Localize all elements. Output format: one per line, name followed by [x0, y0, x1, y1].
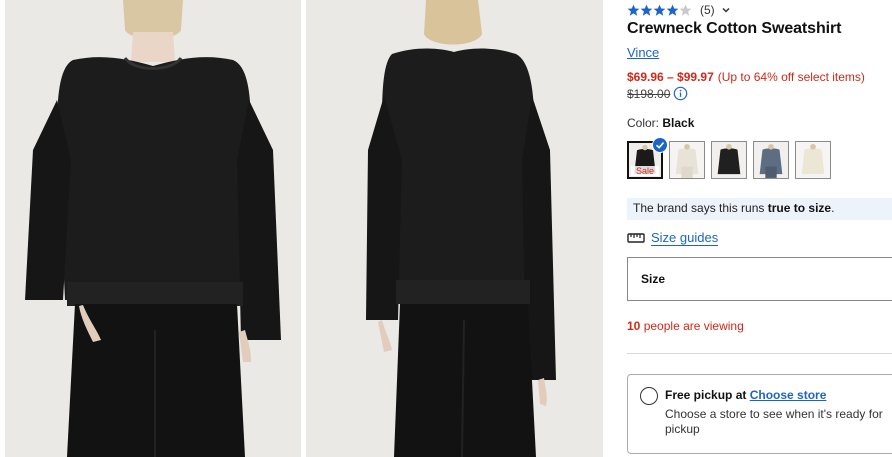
swatch-thumbnail [712, 142, 746, 178]
swatch-black-alt[interactable] [711, 141, 747, 179]
model-front-illustration [5, 0, 301, 457]
pickup-title: Free pickup at Choose store [665, 388, 826, 402]
pickup-radio[interactable] [640, 387, 658, 405]
viewing-notice: 10 people are viewing [627, 319, 744, 333]
star-icon [653, 4, 666, 16]
star-icon [666, 4, 679, 16]
color-label: Color: Black [627, 116, 694, 130]
sale-price: $69.96 – $99.97 [627, 70, 714, 84]
pickup-description: Choose a store to see when it's ready fo… [665, 407, 883, 436]
swatch-thumbnail [796, 142, 830, 178]
fit-text: The brand says this runs [633, 201, 765, 215]
size-selector[interactable]: Size [627, 257, 892, 301]
sale-tag: Sale [631, 166, 659, 176]
fit-banner: The brand says this runs true to size. [627, 198, 892, 220]
swatch-ivory[interactable] [669, 141, 705, 179]
star-empty-icon [679, 4, 692, 16]
divider [627, 353, 892, 354]
review-count[interactable]: (5) [700, 3, 715, 17]
info-icon[interactable] [673, 86, 688, 101]
rating-row[interactable]: (5) [627, 2, 731, 18]
product-title: Crewneck Cotton Sweatshirt [627, 20, 842, 37]
size-guides-label[interactable]: Size guides [651, 230, 719, 246]
selected-check-icon [652, 137, 668, 153]
swatch-cream[interactable] [795, 141, 831, 179]
discount-note: (Up to 64% off select items) [717, 70, 865, 84]
compare-price: $198.00 [627, 86, 671, 101]
brand-link[interactable]: Vince [627, 45, 659, 60]
ruler-icon [627, 233, 645, 243]
choose-store-link[interactable]: Choose store [750, 388, 827, 402]
viewing-text: people are viewing [643, 319, 744, 333]
star-icon [640, 4, 653, 16]
product-image-back[interactable] [306, 0, 603, 457]
pickup-title-text: Free pickup at [665, 388, 747, 402]
star-icon [627, 4, 640, 16]
swatch-thumbnail [754, 142, 788, 178]
swatch-blue-gray[interactable] [753, 141, 789, 179]
color-label-prefix: Color: [627, 116, 660, 130]
size-guides-link[interactable]: Size guides [627, 230, 719, 246]
chevron-down-icon[interactable] [721, 5, 731, 15]
fit-emphasis: true to size [767, 201, 832, 215]
product-image-front[interactable] [5, 0, 301, 457]
swatch-thumbnail [670, 142, 704, 178]
compare-price-row: $198.00 [627, 86, 688, 101]
viewer-count: 10 [627, 319, 641, 333]
price-row: $69.96 – $99.97 (Up to 64% off select ite… [627, 70, 865, 84]
pickup-option[interactable]: Free pickup at Choose store Choose a sto… [627, 374, 892, 454]
model-back-illustration [306, 0, 603, 457]
product-info-panel: (5) Crewneck Cotton Sweatshirt Vince $69… [627, 0, 892, 457]
star-rating [627, 4, 692, 17]
fit-suffix: . [831, 201, 835, 215]
selected-color: Black [662, 116, 695, 130]
